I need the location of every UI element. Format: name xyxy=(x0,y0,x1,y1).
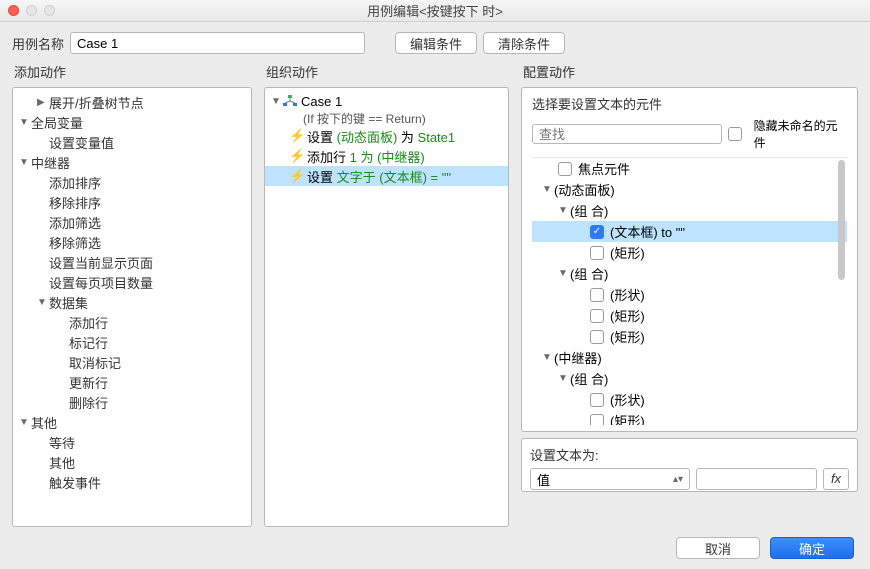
widget-shape-2[interactable]: (形状) xyxy=(532,389,847,410)
case-condition: (If 按下的键 == Return) xyxy=(265,110,508,126)
tree-item-remove-filter[interactable]: ▶移除筛选 xyxy=(13,232,251,252)
widget-rect-4[interactable]: (矩形) xyxy=(532,410,847,425)
close-icon[interactable] xyxy=(8,5,19,16)
tree-item-remove-sort[interactable]: ▶移除排序 xyxy=(13,192,251,212)
widget-tree: 焦点元件 ▼(动态面板) ▼(组 合) ✓(文本框) to "" (矩形) ▼(… xyxy=(532,157,847,425)
set-text-panel: 设置文本为: 值 ▴▾ fx xyxy=(521,438,858,492)
fx-button[interactable]: fx xyxy=(823,468,849,490)
clear-condition-button[interactable]: 清除条件 xyxy=(483,32,565,54)
tree-item-expand[interactable]: ▶展开/折叠树节点 xyxy=(13,92,251,112)
tree-item-add-sort[interactable]: ▶添加排序 xyxy=(13,172,251,192)
add-action-panel: ▶展开/折叠树节点 ▼全局变量 ▶设置变量值 ▼中继器 ▶添加排序 ▶移除排序 … xyxy=(12,87,252,527)
tree-item-add-filter[interactable]: ▶添加筛选 xyxy=(13,212,251,232)
cancel-button[interactable]: 取消 xyxy=(676,537,760,559)
tree-group-globals[interactable]: ▼全局变量 xyxy=(13,112,251,132)
action-row-1[interactable]: ⚡ 设置 (动态面板) 为 State1 xyxy=(265,126,508,146)
organize-actions-panel: ▼ Case 1 (If 按下的键 == Return) ⚡ 设置 (动态面板)… xyxy=(264,87,509,527)
set-text-label: 设置文本为: xyxy=(530,445,849,464)
maximize-icon xyxy=(44,5,55,16)
tree-item-ds-delete[interactable]: 删除行 xyxy=(13,392,251,412)
widget-repeater[interactable]: ▼(中继器) xyxy=(532,347,847,368)
tree-item-ds-mark[interactable]: 标记行 xyxy=(13,332,251,352)
ok-button[interactable]: 确定 xyxy=(770,537,854,559)
tree-item-other[interactable]: ▶其他 xyxy=(13,452,251,472)
tree-item-wait[interactable]: ▶等待 xyxy=(13,432,251,452)
widget-dpanel[interactable]: ▼(动态面板) xyxy=(532,179,847,200)
case-name-input[interactable] xyxy=(70,32,365,54)
mid-column-heading: 组织动作 xyxy=(264,60,509,87)
right-column-heading: 配置动作 xyxy=(521,60,858,87)
widget-textbox[interactable]: ✓(文本框) to "" xyxy=(532,221,847,242)
minimize-icon xyxy=(26,5,37,16)
widget-rect-3[interactable]: (矩形) xyxy=(532,326,847,347)
action-row-3[interactable]: ⚡ 设置 文字于 (文本框) = "" xyxy=(265,166,508,186)
widget-focus[interactable]: 焦点元件 xyxy=(532,158,847,179)
case-header-row: 用例名称 编辑条件 清除条件 xyxy=(0,22,870,60)
widget-shape-1[interactable]: (形状) xyxy=(532,284,847,305)
chevron-updown-icon: ▴▾ xyxy=(673,474,683,485)
case-node[interactable]: ▼ Case 1 xyxy=(265,92,508,110)
tree-item-fire[interactable]: ▶触发事件 xyxy=(13,472,251,492)
bolt-icon: ⚡ xyxy=(289,168,301,184)
action-row-2[interactable]: ⚡ 添加行 1 为 (中继器) xyxy=(265,146,508,166)
tree-group-repeater[interactable]: ▼中继器 xyxy=(13,152,251,172)
edit-condition-button[interactable]: 编辑条件 xyxy=(395,32,477,54)
tree-item-ds-add[interactable]: 添加行 xyxy=(13,312,251,332)
window-title: 用例编辑<按键按下 时> xyxy=(367,1,503,20)
case-name-label: 用例名称 xyxy=(12,34,64,53)
hide-unnamed-checkbox[interactable] xyxy=(728,127,742,141)
left-column-heading: 添加动作 xyxy=(12,60,252,87)
configure-panel: 选择要设置文本的元件 隐藏未命名的元件 焦点元件 ▼(动态面板) ▼(组 合) … xyxy=(521,87,858,432)
tree-item-ds-unmark[interactable]: 取消标记 xyxy=(13,352,251,372)
scrollbar[interactable] xyxy=(838,160,845,280)
set-text-select[interactable]: 值 ▴▾ xyxy=(530,468,690,490)
tree-item-set-var[interactable]: ▶设置变量值 xyxy=(13,132,251,152)
tree-group-others[interactable]: ▼其他 xyxy=(13,412,251,432)
bolt-icon: ⚡ xyxy=(289,128,301,144)
window-controls xyxy=(8,5,55,16)
widget-group-1[interactable]: ▼(组 合) xyxy=(532,200,847,221)
select-widget-label: 选择要设置文本的元件 xyxy=(532,94,847,113)
hide-unnamed-label: 隐藏未命名的元件 xyxy=(754,117,847,151)
tree-item-set-page[interactable]: ▶设置当前显示页面 xyxy=(13,252,251,272)
tree-item-ds-update[interactable]: 更新行 xyxy=(13,372,251,392)
titlebar: 用例编辑<按键按下 时> xyxy=(0,0,870,22)
dialog-footer: 取消 确定 xyxy=(0,527,870,569)
bolt-icon: ⚡ xyxy=(289,148,301,164)
widget-rect-1[interactable]: (矩形) xyxy=(532,242,847,263)
case-name-text: Case 1 xyxy=(301,94,342,109)
set-text-value-input[interactable] xyxy=(696,468,817,490)
tree-item-set-page-items[interactable]: ▶设置每页项目数量 xyxy=(13,272,251,292)
widget-rect-2[interactable]: (矩形) xyxy=(532,305,847,326)
widget-group-3[interactable]: ▼(组 合) xyxy=(532,368,847,389)
widget-group-2[interactable]: ▼(组 合) xyxy=(532,263,847,284)
search-input[interactable] xyxy=(532,124,722,144)
case-flow-icon xyxy=(283,95,297,107)
tree-group-dataset[interactable]: ▼数据集 xyxy=(13,292,251,312)
